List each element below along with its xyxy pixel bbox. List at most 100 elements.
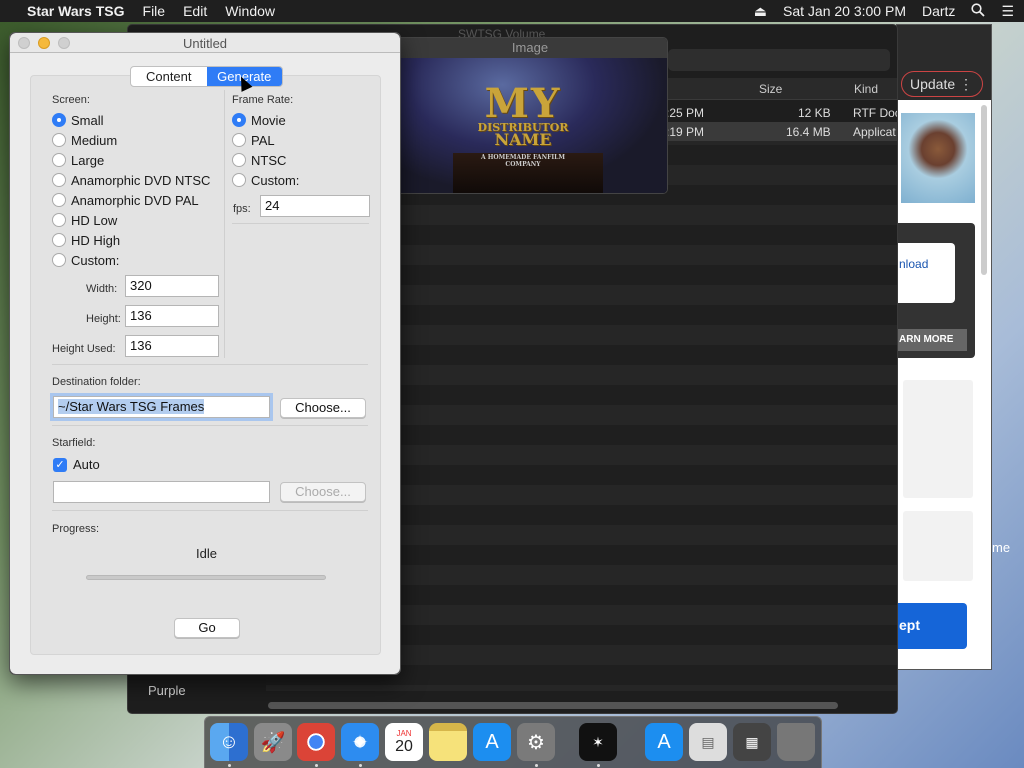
sidebar-tag-purple[interactable]: Purple (148, 683, 186, 698)
radio-button[interactable] (52, 133, 66, 147)
download-link[interactable]: nload (897, 243, 955, 303)
radio-anamorphic-pal[interactable]: Anamorphic DVD PAL (52, 191, 199, 209)
radio-button[interactable] (52, 173, 66, 187)
radio-button[interactable] (232, 173, 246, 187)
radio-movie[interactable]: Movie (232, 111, 286, 129)
auto-checkbox[interactable]: ✓ Auto (53, 457, 100, 472)
star-wars-tsg-dock-icon[interactable]: ✶ (579, 723, 617, 761)
minimize-button[interactable] (38, 37, 50, 49)
divider (52, 425, 368, 426)
chrome-dock-icon[interactable] (297, 723, 335, 761)
running-indicator (597, 764, 600, 767)
starfield-choose-button: Choose... (280, 482, 366, 502)
zoom-button[interactable] (58, 37, 70, 49)
generate-panel: Screen: Small Medium Large Anamorphic DV… (30, 75, 381, 655)
width-field[interactable]: 320 (125, 275, 219, 297)
notes-dock-icon[interactable] (429, 723, 467, 761)
radio-medium[interactable]: Medium (52, 131, 117, 149)
menubar-user[interactable]: Dartz (922, 3, 955, 19)
image-window: Image MY DISTRIBUTOR NAME A HOMEMADE FAN… (392, 37, 668, 194)
system-preferences-dock-icon[interactable]: ⚙ (517, 723, 555, 761)
radio-button[interactable] (52, 113, 66, 127)
fps-field[interactable]: 24 (260, 195, 370, 217)
document-dock-icon[interactable]: ▤ (689, 723, 727, 761)
fps-label: fps: (233, 203, 251, 215)
height-label: Height: (86, 313, 121, 325)
app-store-dock-icon[interactable]: A (473, 723, 511, 761)
eject-icon[interactable]: ⏏ (754, 3, 767, 20)
scrollbar[interactable] (981, 105, 987, 275)
radio-hd-low[interactable]: HD Low (52, 211, 117, 229)
safari-dock-icon[interactable]: ✦ (341, 723, 379, 761)
update-button[interactable]: Update ⋮ (901, 71, 983, 97)
menubar-clock[interactable]: Sat Jan 20 3:00 PM (783, 3, 906, 19)
side-text: me (992, 540, 1011, 555)
radio-ntsc[interactable]: NTSC (232, 151, 286, 169)
radio-button[interactable] (52, 253, 66, 267)
browser-window: Update ⋮ nload ARN MORE ept (896, 24, 992, 670)
radio-button[interactable] (52, 153, 66, 167)
starfield-label: Starfield: (52, 437, 96, 449)
radio-hd-high[interactable]: HD High (52, 231, 120, 249)
running-indicator (359, 764, 362, 767)
trash-icon[interactable] (777, 723, 815, 761)
horizontal-scrollbar[interactable] (268, 702, 838, 709)
radio-button[interactable] (52, 213, 66, 227)
checkmark-icon[interactable]: ✓ (53, 457, 67, 472)
cell-size: 12 KB (798, 106, 831, 120)
starfield-field[interactable] (53, 481, 270, 503)
destination-label: Destination folder: (52, 376, 141, 388)
height-field[interactable]: 136 (125, 305, 219, 327)
radio-button[interactable] (52, 233, 66, 247)
cell-kind: Applicat (853, 125, 896, 139)
radio-custom-screen[interactable]: Custom: (52, 251, 119, 269)
app-menu[interactable]: Star Wars TSG (18, 3, 134, 19)
radio-button[interactable] (52, 193, 66, 207)
notification-center-icon[interactable]: ☰ (1001, 3, 1014, 20)
column-size[interactable]: Size (759, 82, 782, 96)
tab-content[interactable]: Content (131, 67, 207, 86)
calendar-dock-icon[interactable]: JAN 20 (385, 723, 423, 761)
radio-pal[interactable]: PAL (232, 131, 275, 149)
radio-anamorphic-ntsc[interactable]: Anamorphic DVD NTSC (52, 171, 210, 189)
frame-rate-label: Frame Rate: (232, 94, 294, 106)
cell-size: 16.4 MB (786, 125, 831, 139)
radio-custom-fps[interactable]: Custom: (232, 171, 299, 189)
screenshots-dock-icon[interactable]: ▦ (733, 723, 771, 761)
radio-small[interactable]: Small (52, 111, 104, 129)
destination-choose-button[interactable]: Choose... (280, 398, 366, 418)
dialog-title: Untitled (182, 36, 228, 51)
cell-date: :19 PM (666, 125, 705, 139)
content-card (903, 380, 973, 498)
generate-dialog: Untitled Content Generate Screen: Small … (9, 32, 401, 675)
progress-bar (86, 575, 326, 580)
radio-button[interactable] (232, 113, 246, 127)
go-button[interactable]: Go (174, 618, 240, 638)
launchpad-dock-icon[interactable]: 🚀 (254, 723, 292, 761)
radio-button[interactable] (232, 153, 246, 167)
spotlight-search-icon[interactable] (971, 2, 986, 20)
divider (52, 510, 368, 511)
accept-button[interactable]: ept (897, 603, 967, 649)
content-card (903, 511, 973, 581)
destination-field[interactable]: ~/Star Wars TSG Frames (53, 396, 270, 418)
radio-button[interactable] (232, 133, 246, 147)
close-button[interactable] (18, 37, 30, 49)
app-store-folder-dock-icon[interactable]: A (645, 723, 683, 761)
menu-edit[interactable]: Edit (174, 3, 216, 19)
learn-more-button[interactable]: ARN MORE (897, 329, 967, 351)
menu-window[interactable]: Window (216, 3, 284, 19)
width-label: Width: (86, 283, 118, 295)
radio-large[interactable]: Large (52, 151, 104, 169)
running-indicator (535, 764, 538, 767)
column-divider (224, 90, 225, 358)
running-indicator (315, 764, 318, 767)
search-field[interactable] (668, 49, 890, 71)
dock: ☺ 🚀 ✦ JAN 20 A ⚙ ✶ A ▤ ▦ (204, 716, 822, 768)
menu-file[interactable]: File (134, 3, 175, 19)
column-kind[interactable]: Kind (854, 82, 878, 96)
finder-dock-icon[interactable]: ☺ (210, 723, 248, 761)
cell-date: :25 PM (666, 106, 705, 120)
image-window-title: Image (393, 38, 667, 58)
progress-label: Progress: (52, 523, 100, 535)
